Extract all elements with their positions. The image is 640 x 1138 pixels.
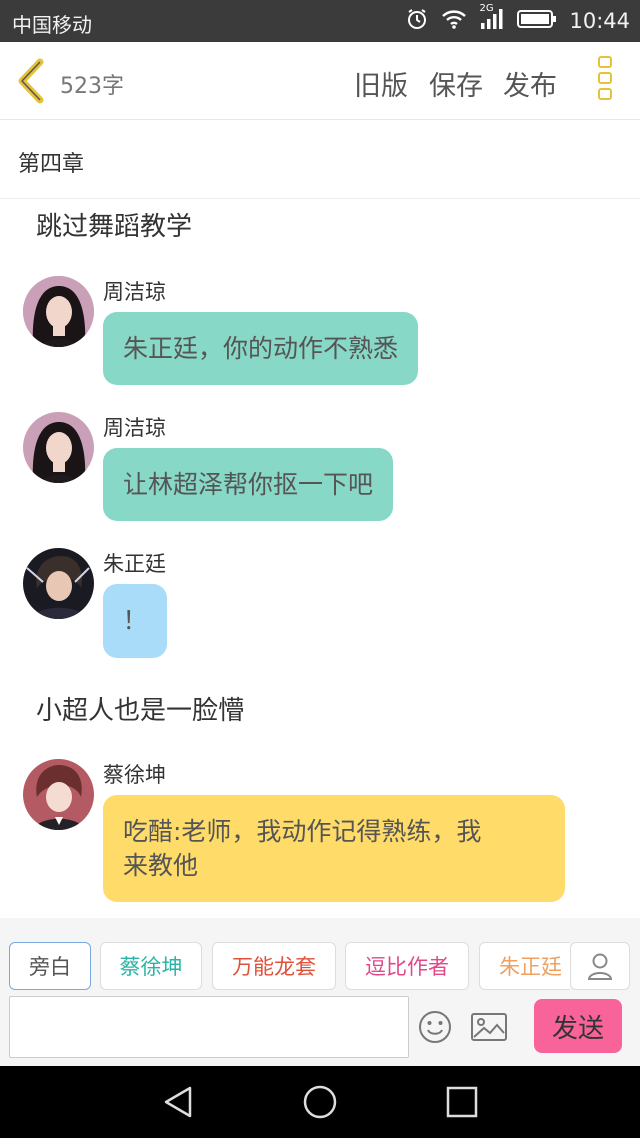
role-chip-narrator[interactable]: 旁白 <box>9 942 91 990</box>
sender-name: 蔡徐坤 <box>103 763 166 787</box>
smiley-icon <box>419 1011 451 1043</box>
role-chip[interactable]: 朱正廷 <box>479 942 570 990</box>
message-bubble: ！ <box>103 584 167 658</box>
sender-name: 周洁琼 <box>103 416 166 440</box>
more-dot-icon <box>598 72 612 84</box>
narration-line[interactable]: 跳过舞蹈教学 <box>36 206 192 243</box>
chapter-title: 第四章 <box>18 152 85 177</box>
status-bar: 中国移动 2G 10:44 <box>0 0 640 42</box>
sender-name: 周洁琼 <box>103 280 166 304</box>
role-chip[interactable]: 蔡徐坤 <box>100 942 202 990</box>
nav-recents-button[interactable] <box>444 1084 480 1120</box>
nav-home-button[interactable] <box>302 1084 338 1120</box>
back-button[interactable] <box>14 58 52 104</box>
nav-back-button[interactable] <box>160 1084 196 1120</box>
old-version-button[interactable]: 旧版 <box>354 64 408 103</box>
system-nav-bar <box>0 1066 640 1138</box>
person-icon <box>587 953 613 980</box>
avatar <box>23 276 94 347</box>
triangle-back-icon <box>164 1086 192 1118</box>
carrier-label: 中国移动 <box>12 13 92 37</box>
avatar <box>23 548 94 619</box>
role-chip[interactable]: 万能龙套 <box>212 942 336 990</box>
image-icon <box>471 1013 507 1041</box>
narration-line[interactable]: 小超人也是一脸懵 <box>36 690 244 727</box>
battery-icon <box>517 9 557 33</box>
publish-button[interactable]: 发布 <box>503 64 557 103</box>
more-dot-icon <box>598 56 612 68</box>
message-bubble: 朱正廷，你的动作不熟悉 <box>103 312 419 385</box>
network-type-label: 2G <box>479 3 494 14</box>
clock: 10:44 <box>569 9 630 33</box>
more-dot-icon <box>598 88 612 100</box>
message-bubble: 吃醋:老师，我动作记得熟练，我 来教他 <box>103 795 565 902</box>
wifi-icon <box>441 8 467 34</box>
message-bubble: 让林超泽帮你抠一下吧 <box>103 448 394 521</box>
word-count: 523字 <box>60 74 124 99</box>
sender-name: 朱正廷 <box>103 552 166 576</box>
chevron-left-icon <box>18 58 44 104</box>
emoji-button[interactable] <box>418 1010 452 1044</box>
message-input[interactable] <box>9 996 409 1058</box>
save-button[interactable]: 保存 <box>429 64 483 103</box>
chapter-title-field[interactable]: 第四章 <box>0 121 640 199</box>
avatar <box>23 412 94 483</box>
role-chip[interactable]: 逗比作者 <box>345 942 469 990</box>
alarm-icon <box>405 7 429 35</box>
circle-home-icon <box>303 1085 337 1119</box>
manage-roles-button[interactable] <box>570 942 630 990</box>
message-text-line: 吃醋:老师，我动作记得熟练，我 <box>123 817 482 846</box>
image-button[interactable] <box>470 1011 508 1043</box>
message-text-line: 来教他 <box>123 851 199 880</box>
signal-icon: 2G <box>479 3 505 35</box>
avatar <box>23 759 94 830</box>
send-button[interactable]: 发送 <box>534 999 622 1053</box>
editor-header: 523字 旧版 保存 发布 <box>0 42 640 120</box>
square-recents-icon <box>446 1086 478 1118</box>
composer-panel: 旁白 蔡徐坤 万能龙套 逗比作者 朱正廷 发送 <box>0 918 640 1066</box>
more-menu-button[interactable] <box>594 56 616 108</box>
